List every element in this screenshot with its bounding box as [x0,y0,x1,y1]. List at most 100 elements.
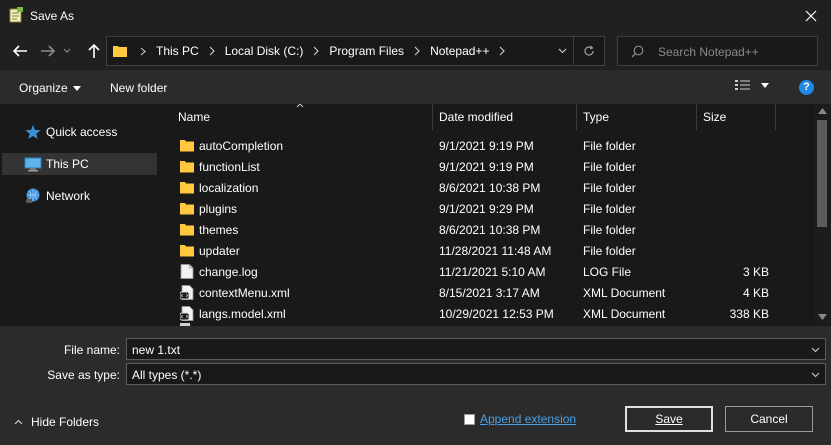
size-cell: 3 KB [742,265,769,279]
recent-locations-button[interactable] [60,39,74,63]
file-row[interactable]: updater 11/28/2021 11:48 AM File folder [162,240,814,261]
file-name-cell: autoCompletion [199,139,284,153]
column-header-date[interactable]: Date modified [433,104,576,130]
date-modified-cell: 11/21/2021 5:10 AM [439,265,546,279]
type-cell: File folder [583,223,636,237]
up-button[interactable] [82,39,106,63]
chevron-down-icon [63,48,71,53]
type-cell: File folder [583,160,636,174]
column-divider[interactable] [775,104,776,130]
folder-icon [180,245,194,257]
star-icon [25,125,41,139]
date-modified-cell: 9/1/2021 9:19 PM [439,160,534,174]
hide-folders-label: Hide Folders [31,415,100,429]
vertical-scrollbar[interactable] [814,104,831,326]
computer-icon [24,157,42,172]
append-extension-checkbox[interactable] [464,413,475,425]
view-options-button[interactable] [735,79,769,91]
breadcrumb-notepad[interactable]: Notepad++ [430,44,489,58]
nav-item-label: Quick access [46,125,118,139]
date-modified-cell: 8/6/2021 10:38 PM [439,223,541,237]
address-bar[interactable]: This PC Local Disk (C:) Program Files No… [106,36,605,66]
caret-down-icon [761,82,769,88]
type-cell: File folder [583,202,636,216]
address-history-button[interactable] [551,37,573,65]
file-name-cell: functionList [199,160,260,174]
date-modified-cell: 8/15/2021 3:17 AM [439,286,540,300]
scroll-up-icon[interactable] [818,108,827,114]
file-name-value: new 1.txt [132,343,181,357]
file-row[interactable]: functionList 9/1/2021 9:19 PM File folder [162,156,814,177]
type-cell: File folder [583,181,636,195]
save-as-type-select[interactable]: All types (*.*) [126,363,826,385]
date-modified-cell: 11/28/2021 11:48 AM [439,244,552,258]
file-row[interactable]: localization 8/6/2021 10:38 PM File folder [162,177,814,198]
column-header-size[interactable]: Size [697,104,775,130]
folder-icon [180,203,194,215]
notepad-app-icon [9,7,23,23]
folder-icon [180,224,194,236]
append-extension-option[interactable]: Append extension [464,412,576,426]
scrollbar-thumb[interactable] [817,120,827,227]
nav-item-quick-access[interactable]: Quick access [2,121,157,143]
save-button[interactable]: Save [625,406,713,432]
nav-item-this-pc[interactable]: This PC [2,153,157,175]
file-name-input[interactable]: new 1.txt [126,338,826,360]
type-cell: File folder [583,244,636,258]
size-cell: 338 KB [729,307,769,321]
file-row[interactable]: themes 8/6/2021 10:38 PM File folder [162,219,814,240]
navigation-pane: Quick access This PC Network [0,104,162,326]
file-name-cell: change.log [199,265,258,279]
date-modified-cell: 9/1/2021 9:29 PM [439,202,534,216]
folder-icon [180,182,194,194]
file-row[interactable]: plugins 9/1/2021 9:29 PM File folder [162,198,814,219]
cancel-button[interactable]: Cancel [725,406,813,432]
nav-item-label: This PC [46,157,89,171]
file-name-cell: updater [199,244,240,258]
new-folder-button[interactable]: New folder [110,81,167,95]
type-cell: XML Document [583,307,666,321]
search-input[interactable]: Search Notepad++ [617,36,818,66]
help-icon: ? [803,81,810,93]
back-button[interactable] [8,39,32,63]
sort-ascending-icon [296,104,304,108]
nav-item-network[interactable]: Network [2,185,157,207]
chevron-down-icon[interactable] [811,347,820,353]
help-button[interactable]: ? [799,80,814,95]
breadcrumb-program-files[interactable]: Program Files [329,44,404,58]
chevron-right-icon[interactable] [498,46,506,56]
arrow-up-icon [88,43,100,58]
chevron-right-icon[interactable] [208,46,216,56]
search-icon [631,45,644,58]
chevron-right-icon[interactable] [413,46,421,56]
scroll-down-icon[interactable] [818,314,827,320]
breadcrumb-this-pc[interactable]: This PC [156,44,199,58]
file-row[interactable]: contextMenu.xml 8/15/2021 3:17 AM XML Docu… [162,282,814,303]
folder-icon [180,140,194,152]
hide-folders-button[interactable]: Hide Folders [14,415,99,429]
organize-button[interactable]: Organize [19,81,81,95]
date-modified-cell: 10/29/2021 12:53 PM [439,307,554,321]
folder-icon [180,161,194,173]
chevron-up-icon [14,419,23,425]
file-row[interactable]: autoCompletion 9/1/2021 9:19 PM File folde… [162,135,814,156]
file-list: Name Date modified Type Size autoComplet… [162,104,831,326]
chevron-down-icon [558,48,566,54]
chevron-right-icon[interactable] [312,46,320,56]
refresh-button[interactable] [574,37,604,65]
chevron-down-icon[interactable] [811,372,820,378]
file-name-cell: contextMenu.xml [199,286,290,300]
file-row[interactable]: change.log 11/21/2021 5:10 AM LOG File 3 KB [162,261,814,282]
search-placeholder: Search Notepad++ [658,45,759,59]
breadcrumb-local-disk[interactable]: Local Disk (C:) [225,44,304,58]
close-button[interactable] [791,0,831,32]
cancel-button-label: Cancel [750,412,788,426]
file-row[interactable]: langs.model.xml 10/29/2021 12:53 PM XML Do… [162,303,814,324]
append-extension-label[interactable]: Append extension [480,412,576,426]
column-header-name[interactable]: Name [162,104,432,130]
forward-button[interactable] [36,39,60,63]
column-header-type[interactable]: Type [577,104,696,130]
type-cell: XML Document [583,286,666,300]
type-cell: File folder [583,139,636,153]
save-button-label: Save [655,412,683,426]
